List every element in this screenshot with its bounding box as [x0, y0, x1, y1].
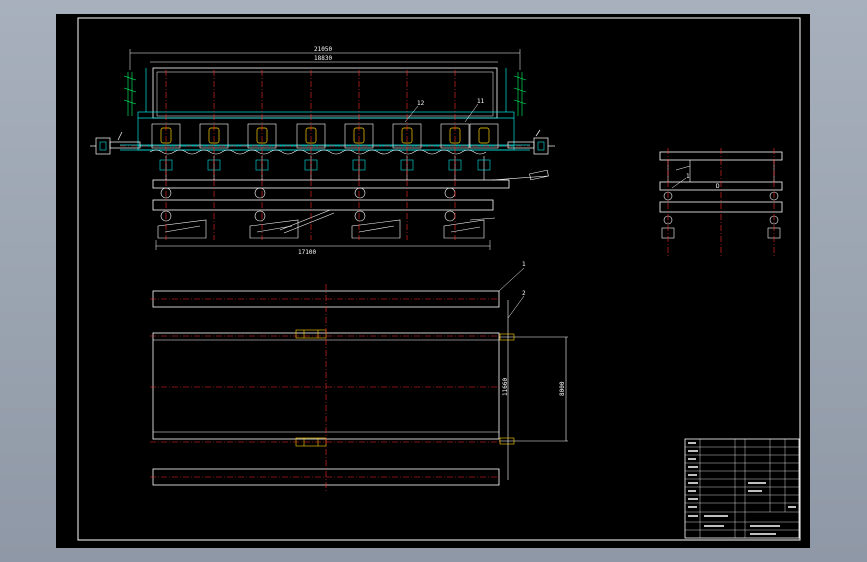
dim-overall-top: 21050 — [314, 46, 332, 53]
cad-drawing-canvas: 21050 18830 12 11 17100 1 D 1 2 11660 80… — [56, 14, 810, 548]
leader-12: 12 — [417, 100, 425, 107]
leader-11: 11 — [477, 98, 485, 105]
side-leader-d: D — [716, 183, 720, 190]
plan-leader-1: 1 — [522, 261, 526, 268]
dim-side-height: 11660 — [502, 378, 509, 396]
cad-viewport: 21050 18830 12 11 17100 1 D 1 2 11660 80… — [0, 0, 867, 562]
dim-base-bottom: 17100 — [298, 249, 316, 256]
dim-rail-spacing: 8000 — [559, 381, 566, 396]
side-leader-1: 1 — [686, 173, 690, 180]
plan-leader-2: 2 — [522, 290, 526, 297]
dim-inner-top: 18830 — [314, 55, 332, 62]
